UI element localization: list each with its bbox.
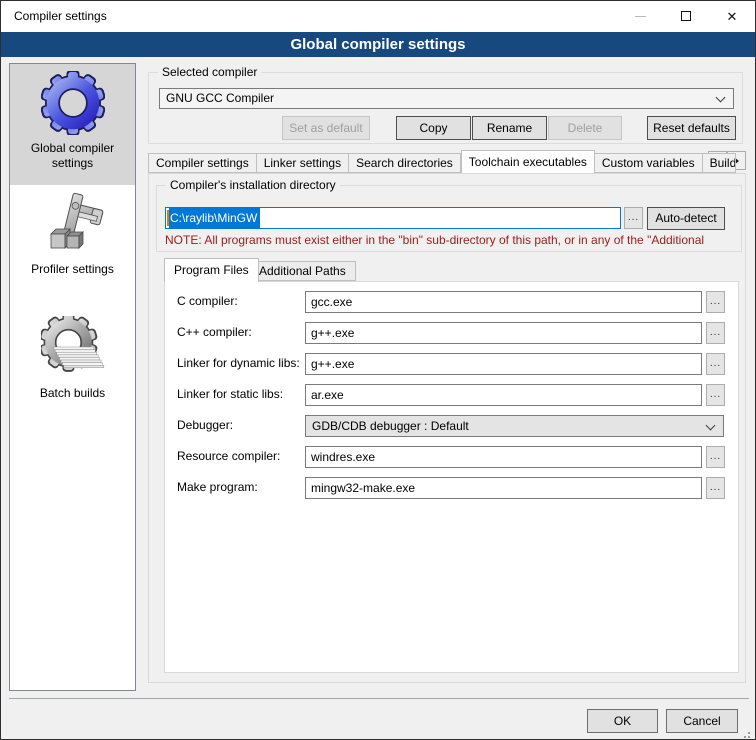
field-label: Make program:	[177, 480, 258, 494]
close-icon: ✕	[727, 10, 738, 23]
resource-compiler-input[interactable]	[305, 446, 702, 468]
field-row: Linker for dynamic libs: ...	[165, 353, 738, 375]
install-dir-input[interactable]: C:\raylib\MinGW	[165, 207, 621, 229]
field-row: Linker for static libs: ...	[165, 384, 738, 406]
sidebar-item-global-compiler-settings[interactable]: Global compiler settings	[10, 64, 135, 185]
blue-gear-icon	[41, 71, 105, 135]
sidebar-item-profiler-settings[interactable]: Profiler settings	[10, 192, 135, 296]
caliper-icon	[41, 192, 105, 256]
compiler-select-value: GNU GCC Compiler	[166, 91, 274, 105]
set-as-default-button[interactable]: Set as default	[282, 116, 370, 140]
browse-button[interactable]: ...	[706, 322, 725, 344]
compiler-select[interactable]: GNU GCC Compiler	[159, 88, 734, 109]
browse-button[interactable]: ...	[706, 384, 725, 406]
field-label: Linker for dynamic libs:	[177, 356, 300, 370]
tab-toolchain-executables[interactable]: Toolchain executables	[461, 150, 595, 173]
c-compiler-input[interactable]	[305, 291, 702, 313]
compiler-settings-dialog: Compiler settings ✕ Global compiler sett…	[0, 0, 756, 740]
field-row: C++ compiler: ...	[165, 322, 738, 344]
field-label: C compiler:	[177, 294, 238, 308]
field-label: Linker for static libs:	[177, 387, 283, 401]
field-row: C compiler: ...	[165, 291, 738, 313]
browse-button[interactable]: ...	[706, 291, 725, 313]
maximize-icon	[681, 11, 691, 21]
reset-defaults-button[interactable]: Reset defaults	[647, 116, 736, 140]
installation-directory-group: Compiler's installation directory C:\ray…	[156, 185, 742, 252]
bin-directory-note: NOTE: All programs must exist either in …	[165, 233, 737, 247]
sidebar-item-batch-builds[interactable]: Batch builds	[10, 316, 135, 420]
browse-button[interactable]: ...	[706, 446, 725, 468]
delete-button[interactable]: Delete	[548, 116, 622, 140]
selected-compiler-group: Selected compiler GNU GCC Compiler Set a…	[148, 72, 743, 144]
maximize-button[interactable]	[663, 1, 709, 31]
browse-button[interactable]: ...	[706, 477, 725, 499]
tab-build-options[interactable]: Build options	[703, 153, 736, 173]
chevron-down-icon	[716, 93, 726, 103]
window-title: Compiler settings	[14, 1, 107, 32]
browse-button[interactable]: ...	[706, 353, 725, 375]
minimize-icon	[635, 16, 646, 17]
settings-category-list: Global compiler settings	[9, 63, 136, 691]
tab-search-directories[interactable]: Search directories	[349, 153, 461, 173]
field-label: Resource compiler:	[177, 449, 280, 463]
dynamic-linker-input[interactable]	[305, 353, 702, 375]
tab-custom-variables[interactable]: Custom variables	[595, 153, 703, 173]
cpp-compiler-input[interactable]	[305, 322, 702, 344]
sidebar-item-label: Profiler settings	[10, 262, 135, 277]
field-row: Resource compiler: ...	[165, 446, 738, 468]
selected-compiler-group-title: Selected compiler	[158, 65, 261, 79]
rename-button[interactable]: Rename	[472, 116, 547, 140]
program-files-panel: C compiler: ... C++ compiler: ... Linker…	[164, 281, 739, 673]
ok-button[interactable]: OK	[587, 709, 658, 733]
make-program-input[interactable]	[305, 477, 702, 499]
debugger-select[interactable]: GDB/CDB debugger : Default	[305, 415, 724, 437]
installation-directory-group-title: Compiler's installation directory	[166, 178, 340, 192]
titlebar: Compiler settings ✕	[1, 1, 755, 32]
subtab-additional-paths[interactable]: Additional Paths	[249, 261, 356, 281]
sidebar-item-label: Batch builds	[10, 386, 135, 401]
static-linker-input[interactable]	[305, 384, 702, 406]
tab-compiler-settings[interactable]: Compiler settings	[148, 153, 257, 173]
settings-tabs: Compiler settings Linker settings Search…	[148, 150, 736, 173]
field-row: Debugger: GDB/CDB debugger : Default	[165, 415, 738, 437]
close-button[interactable]: ✕	[709, 1, 755, 31]
copy-button[interactable]: Copy	[396, 116, 471, 140]
field-label: Debugger:	[177, 418, 233, 432]
field-row: Make program: ...	[165, 477, 738, 499]
dialog-header: Global compiler settings	[1, 32, 755, 57]
tab-linker-settings[interactable]: Linker settings	[257, 153, 349, 173]
sidebar-item-label: Global compiler settings	[10, 141, 135, 171]
browse-dir-button[interactable]: ...	[624, 207, 643, 229]
auto-detect-button[interactable]: Auto-detect	[647, 207, 725, 230]
subtab-program-files[interactable]: Program Files	[164, 258, 259, 282]
gray-gear-stack-icon	[41, 316, 105, 380]
minimize-button[interactable]	[617, 1, 663, 31]
resize-grip[interactable]	[748, 732, 750, 734]
install-dir-value: C:\raylib\MinGW	[169, 208, 260, 228]
cancel-button[interactable]: Cancel	[666, 709, 738, 733]
window-controls: ✕	[617, 1, 755, 31]
debugger-select-value: GDB/CDB debugger : Default	[312, 419, 469, 433]
footer-divider	[9, 698, 749, 699]
field-label: C++ compiler:	[177, 325, 252, 339]
chevron-down-icon	[706, 421, 716, 431]
